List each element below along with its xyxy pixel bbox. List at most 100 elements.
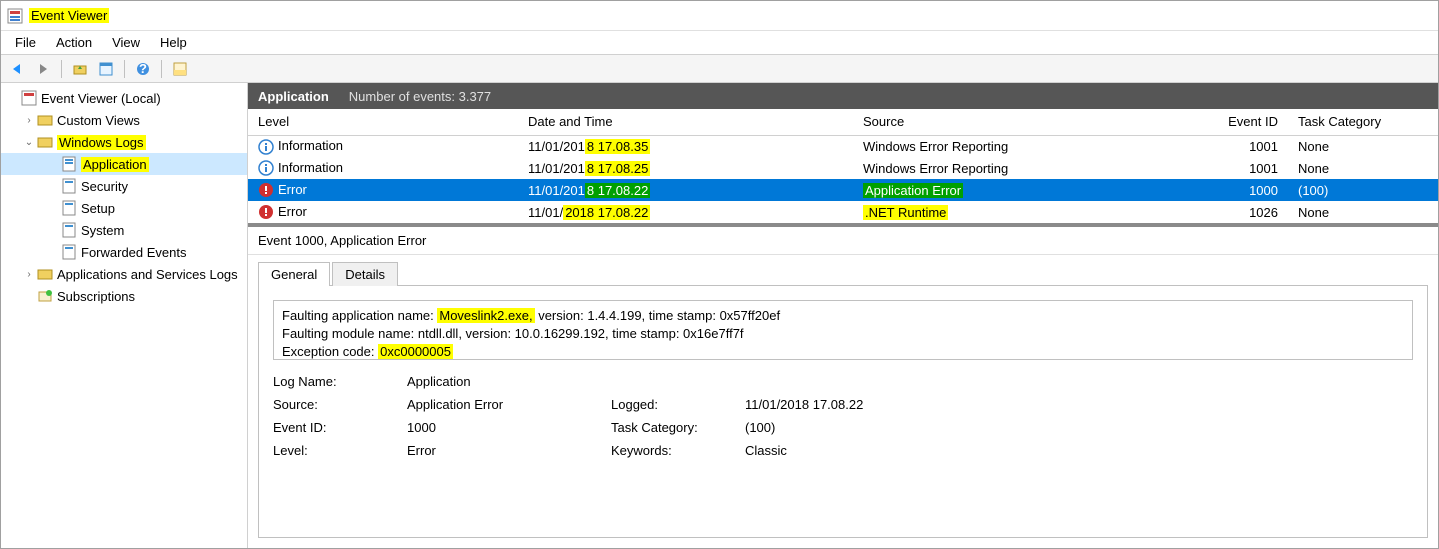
event-description: Faulting application name: Moveslink2.ex… — [273, 300, 1413, 360]
table-row[interactable]: Information11/01/2018 17.08.25Windows Er… — [248, 157, 1438, 179]
log-icon — [61, 244, 77, 260]
logged-label: Logged: — [611, 397, 741, 412]
menu-file[interactable]: File — [5, 32, 46, 53]
error-icon — [258, 204, 274, 220]
col-eventid[interactable]: Event ID — [1208, 109, 1288, 135]
level-label: Level: — [273, 443, 403, 458]
folder-icon — [37, 266, 53, 282]
eventid-value: 1000 — [407, 420, 607, 435]
tree-label: Applications and Services Logs — [57, 267, 238, 282]
log-name-value: Application — [407, 374, 607, 389]
log-icon — [61, 222, 77, 238]
tree-label: Event Viewer (Local) — [41, 91, 161, 106]
up-folder-button[interactable] — [68, 58, 92, 80]
log-name-label: Log Name: — [273, 374, 403, 389]
event-count: Number of events: 3.377 — [349, 89, 491, 104]
col-source[interactable]: Source — [853, 109, 1208, 135]
tab-general[interactable]: General — [258, 262, 330, 286]
tree-label: Custom Views — [57, 113, 140, 128]
toolbar-separator — [61, 60, 62, 78]
event-list: Level Date and Time Source Event ID Task… — [248, 109, 1438, 223]
info-icon — [258, 139, 274, 155]
tree-label: Forwarded Events — [81, 245, 187, 260]
taskcat-value: (100) — [745, 420, 945, 435]
expand-icon[interactable]: › — [23, 115, 35, 126]
tree-custom-views[interactable]: › Custom Views — [1, 109, 247, 131]
navigation-tree: Event Viewer (Local) › Custom Views ⌄ Wi… — [1, 83, 248, 548]
col-date[interactable]: Date and Time — [518, 109, 853, 135]
faulting-app-name: Moveslink2.exe, — [437, 308, 534, 323]
content-header: Application Number of events: 3.377 — [248, 83, 1438, 109]
menu-view[interactable]: View — [102, 32, 150, 53]
table-row[interactable]: Error11/01/2018 17.08.22.NET Runtime1026… — [248, 201, 1438, 223]
column-headers: Level Date and Time Source Event ID Task… — [248, 109, 1438, 135]
taskcat-label: Task Category: — [611, 420, 741, 435]
tree-label: Setup — [81, 201, 115, 216]
tree-label: Subscriptions — [57, 289, 135, 304]
window-title: Event Viewer — [29, 8, 109, 23]
toolbar: ? — [1, 55, 1438, 83]
col-level[interactable]: Level — [248, 109, 518, 135]
desc-text: Exception code: — [282, 344, 378, 359]
tab-body-general: Faulting application name: Moveslink2.ex… — [258, 285, 1428, 538]
app-icon — [7, 8, 23, 24]
preview-pane-button[interactable] — [168, 58, 192, 80]
desc-text: Faulting module name: ntdll.dll, version… — [282, 325, 1404, 343]
menubar: File Action View Help — [1, 31, 1438, 55]
tree-label: Windows Logs — [57, 135, 146, 150]
tree-label: Security — [81, 179, 128, 194]
logged-value: 11/01/2018 17.08.22 — [745, 397, 945, 412]
desc-text: Faulting application name: — [282, 308, 437, 323]
tree-subscriptions[interactable]: Subscriptions — [1, 285, 247, 307]
tab-details[interactable]: Details — [332, 262, 398, 286]
keywords-value: Classic — [745, 443, 945, 458]
forward-button[interactable] — [31, 58, 55, 80]
exception-code: 0xc0000005 — [378, 344, 453, 359]
eventviewer-icon — [21, 90, 37, 106]
folder-icon — [37, 112, 53, 128]
tree-application[interactable]: Application — [1, 153, 247, 175]
properties-button[interactable] — [94, 58, 118, 80]
svg-text:?: ? — [139, 61, 147, 76]
menu-help[interactable]: Help — [150, 32, 197, 53]
desc-text: version: 1.4.4.199, time stamp: 0x57ff20… — [535, 308, 780, 323]
detail-properties: Log Name: Application Source: Applicatio… — [273, 374, 1413, 458]
tree-windows-logs[interactable]: ⌄ Windows Logs — [1, 131, 247, 153]
toolbar-separator — [124, 60, 125, 78]
eventid-label: Event ID: — [273, 420, 403, 435]
detail-title: Event 1000, Application Error — [248, 227, 1438, 255]
tree-security[interactable]: Security — [1, 175, 247, 197]
collapse-icon[interactable]: ⌄ — [23, 137, 35, 148]
table-row[interactable]: Information11/01/2018 17.08.35Windows Er… — [248, 135, 1438, 157]
content-title: Application — [258, 89, 329, 104]
level-value: Error — [407, 443, 607, 458]
tree-system[interactable]: System — [1, 219, 247, 241]
back-button[interactable] — [5, 58, 29, 80]
tree-label: Application — [81, 157, 149, 172]
table-row[interactable]: Error11/01/2018 17.08.22Application Erro… — [248, 179, 1438, 201]
expand-icon[interactable]: › — [23, 269, 35, 280]
body: Event Viewer (Local) › Custom Views ⌄ Wi… — [1, 83, 1438, 548]
error-icon — [258, 182, 274, 198]
tree-forwarded[interactable]: Forwarded Events — [1, 241, 247, 263]
help-button[interactable]: ? — [131, 58, 155, 80]
keywords-label: Keywords: — [611, 443, 741, 458]
tree-root[interactable]: Event Viewer (Local) — [1, 87, 247, 109]
log-icon — [61, 156, 77, 172]
tree-apps-services[interactable]: › Applications and Services Logs — [1, 263, 247, 285]
tree-setup[interactable]: Setup — [1, 197, 247, 219]
col-taskcat[interactable]: Task Category — [1288, 109, 1438, 135]
titlebar: Event Viewer — [1, 1, 1438, 31]
menu-action[interactable]: Action — [46, 32, 102, 53]
content-pane: Application Number of events: 3.377 Leve… — [248, 83, 1438, 548]
folder-icon — [37, 134, 53, 150]
source-value: Application Error — [407, 397, 607, 412]
info-icon — [258, 160, 274, 176]
log-icon — [61, 200, 77, 216]
toolbar-separator — [161, 60, 162, 78]
tree-label: System — [81, 223, 124, 238]
detail-pane: Event 1000, Application Error General De… — [248, 223, 1438, 548]
log-icon — [61, 178, 77, 194]
source-label: Source: — [273, 397, 403, 412]
subscription-icon — [37, 288, 53, 304]
